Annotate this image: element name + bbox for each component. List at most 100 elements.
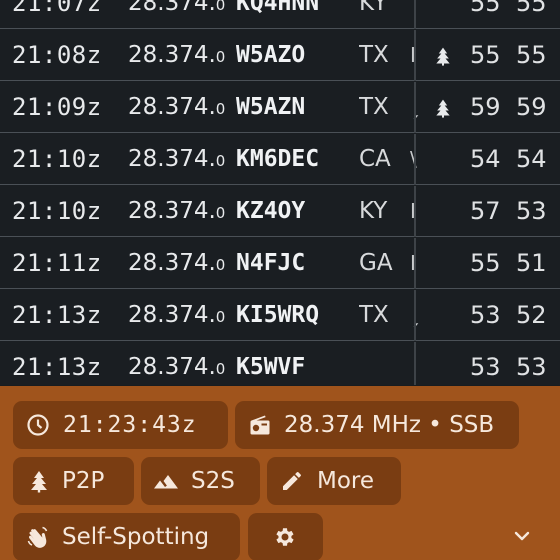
more-button[interactable]: More — [267, 457, 401, 505]
spot-row[interactable]: 21:10z 28.374.0 KZ4OY KY I 57 53 — [0, 186, 560, 237]
spot-callsign: W5AZN — [236, 94, 306, 120]
spot-frequency-sub: 0 — [215, 48, 226, 66]
spot-state: GA — [359, 250, 393, 276]
spot-time: 21:13z — [12, 301, 102, 329]
spot-rst-sent: 55 — [470, 41, 501, 69]
spot-frequency: 28.374.0 — [128, 342, 225, 385]
spot-callsign: KZ4OY — [236, 198, 306, 224]
pencil-icon — [283, 471, 301, 490]
more-label: More — [317, 468, 375, 494]
p2p-button[interactable]: P2P — [13, 457, 134, 505]
settings-button[interactable] — [248, 513, 323, 560]
tree-icon — [433, 30, 453, 81]
spot-rst-sent: 59 — [470, 93, 501, 121]
column-divider — [414, 238, 416, 289]
entry-panel: 21:23:43z 28.374 MHz • SSB P2P S2S More … — [0, 386, 560, 560]
spot-state — [359, 342, 411, 385]
spot-frequency-main: 28.374. — [128, 94, 216, 120]
spot-frequency-sub: 0 — [215, 256, 226, 274]
spot-frequency-main: 28.374. — [128, 0, 216, 16]
spot-rst-sent: 55 — [470, 0, 501, 17]
spot-rst-received: 55 — [516, 0, 547, 17]
spot-frequency-main: 28.374. — [128, 354, 216, 380]
spot-state: TX — [359, 302, 389, 328]
frequency-mode-chip[interactable]: 28.374 MHz • SSB — [235, 401, 519, 449]
column-divider — [414, 0, 416, 29]
clock-chip[interactable]: 21:23:43z — [13, 401, 228, 449]
spot-rst-received: 54 — [516, 145, 547, 173]
spot-frequency-main: 28.374. — [128, 198, 216, 224]
spot-frequency-main: 28.374. — [128, 302, 216, 328]
spot-time: 21:10z — [12, 145, 102, 173]
spot-frequency-sub: 0 — [215, 308, 226, 326]
spot-frequency-main: 28.374. — [128, 146, 216, 172]
spot-log: 21:07z 28.374.0 KQ4HNN KY 55 55 21:08z 28.374.0… — [0, 0, 560, 385]
column-divider — [414, 82, 416, 133]
s2s-button[interactable]: S2S — [141, 457, 260, 505]
frequency-mode-value: 28.374 MHz • SSB — [284, 412, 495, 438]
spot-time: 21:09z — [12, 93, 102, 121]
spot-rst-sent: 53 — [470, 301, 501, 329]
spot-rst-received: 51 — [516, 249, 547, 277]
spot-row[interactable]: 21:10z28.374.0KM6DECCA\5454 — [0, 134, 560, 185]
spot-row[interactable]: 21:11z 28.374.0 N4FJC GA I 55 51 — [0, 238, 560, 289]
spot-frequency-sub: 0 — [215, 100, 226, 118]
column-divider — [414, 134, 416, 185]
spot-state: TX — [359, 42, 389, 68]
spot-rst-sent: 54 — [470, 145, 501, 173]
spot-row[interactable]: 21:07z 28.374.0 KQ4HNN KY 55 55 — [0, 0, 560, 29]
spot-callsign: N4FJC — [236, 250, 306, 276]
spot-callsign: K5WVF — [236, 354, 306, 380]
spot-frequency-sub: 0 — [215, 204, 226, 222]
spot-rst-received: 59 — [516, 93, 547, 121]
clock-value: 21:23:43z — [63, 412, 197, 438]
spot-frequency-sub: 0 — [215, 0, 226, 14]
spot-frequency: 28.374.0 — [128, 134, 225, 185]
spot-frequency: 28.374.0 — [128, 0, 225, 29]
spot-state: KY — [359, 0, 388, 16]
spot-time: 21:08z — [12, 41, 102, 69]
spot-row[interactable]: 21:09z28.374.0W5AZNTXˏ5959 — [0, 82, 560, 133]
spot-row[interactable]: 21:08z 28.374.0 W5AZO TX I 55 55 — [0, 30, 560, 81]
column-divider — [414, 342, 416, 385]
column-divider — [414, 30, 416, 81]
spot-frequency: 28.374.0 — [128, 186, 225, 237]
spot-time: 21:11z — [12, 249, 102, 277]
spot-rst-sent: 53 — [470, 353, 501, 381]
spot-time: 21:13z — [12, 353, 102, 381]
spot-frequency: 28.374.0 — [128, 82, 225, 133]
chevron-down-icon[interactable] — [510, 524, 534, 548]
spot-rst-received: 53 — [516, 353, 547, 381]
spot-state: KY — [359, 198, 388, 224]
s2s-label: S2S — [191, 468, 235, 494]
spot-callsign: KQ4HNN — [236, 0, 320, 16]
spot-row[interactable]: 21:13z 28.374.0 K5WVF 53 53 — [0, 342, 560, 385]
spot-frequency-main: 28.374. — [128, 42, 216, 68]
spot-frequency: 28.374.0 — [128, 30, 225, 81]
spot-state: TX — [359, 94, 389, 120]
spot-frequency-sub: 0 — [215, 152, 226, 170]
spot-frequency: 28.374.0 — [128, 290, 225, 341]
column-divider — [414, 186, 416, 237]
self-spotting-label: Self-Spotting — [62, 524, 210, 550]
hand-wave-icon — [27, 526, 48, 548]
spot-time: 21:10z — [12, 197, 102, 225]
spot-state: CA — [359, 146, 391, 172]
self-spotting-button[interactable]: Self-Spotting — [13, 513, 240, 560]
tree-icon — [433, 82, 453, 133]
spot-row[interactable]: 21:13z28.374.0KI5WRQTXˏ5352 — [0, 290, 560, 341]
spot-callsign: W5AZO — [236, 42, 306, 68]
spot-rst-sent: 57 — [470, 197, 501, 225]
spot-frequency: 28.374.0 — [128, 238, 225, 289]
spot-rst-received: 52 — [516, 301, 547, 329]
tree-icon — [31, 471, 47, 493]
mountain-icon — [154, 475, 178, 489]
spot-frequency-main: 28.374. — [128, 250, 216, 276]
spot-frequency-sub: 0 — [215, 360, 226, 378]
spot-callsign: KM6DEC — [236, 146, 320, 172]
spot-rst-received: 55 — [516, 41, 547, 69]
column-divider — [414, 290, 416, 341]
spot-rst-received: 53 — [516, 197, 547, 225]
clock-icon — [27, 414, 49, 436]
gear-icon — [276, 528, 294, 546]
